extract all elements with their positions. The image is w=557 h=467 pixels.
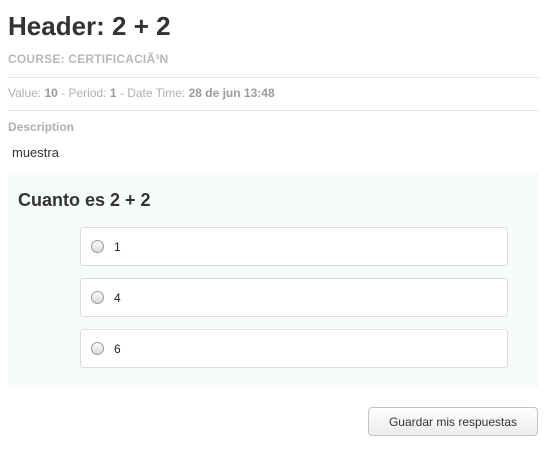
- description-text: muestra: [12, 145, 59, 160]
- answer-label: 6: [114, 342, 121, 356]
- datetime-value: 28 de jun 13:48: [188, 86, 275, 100]
- value-label: Value:: [8, 86, 45, 100]
- value-number: 10: [44, 86, 58, 100]
- answer-option[interactable]: 4: [80, 278, 508, 317]
- question-panel: Cuanto es 2 + 2 1 4 6: [8, 172, 539, 388]
- answer-option[interactable]: 1: [80, 227, 508, 266]
- period-number: 1: [109, 86, 117, 100]
- save-answers-button[interactable]: Guardar mis respuestas: [368, 407, 538, 436]
- period-label: - Period:: [57, 86, 110, 100]
- divider-bottom: [8, 110, 539, 111]
- description-label: Description: [8, 120, 75, 134]
- answer-label: 1: [114, 240, 121, 254]
- datetime-label: - Date Time:: [116, 86, 189, 100]
- radio-button[interactable]: [91, 342, 104, 355]
- answer-option[interactable]: 6: [80, 329, 508, 368]
- quiz-page: Header: 2 + 2 COURSE: CERTIFICACIÃ³N Val…: [0, 0, 557, 467]
- radio-button[interactable]: [91, 240, 104, 253]
- course-name: COURSE: CERTIFICACIÃ³N: [8, 52, 169, 66]
- page-title: Header: 2 + 2: [8, 11, 171, 41]
- answer-label: 4: [114, 291, 121, 305]
- question-meta: Value: 10 - Period: 1 - Date Time: 28 de…: [8, 85, 275, 101]
- radio-button[interactable]: [91, 291, 104, 304]
- divider-top: [8, 77, 539, 78]
- question-title: Cuanto es 2 + 2: [18, 190, 151, 210]
